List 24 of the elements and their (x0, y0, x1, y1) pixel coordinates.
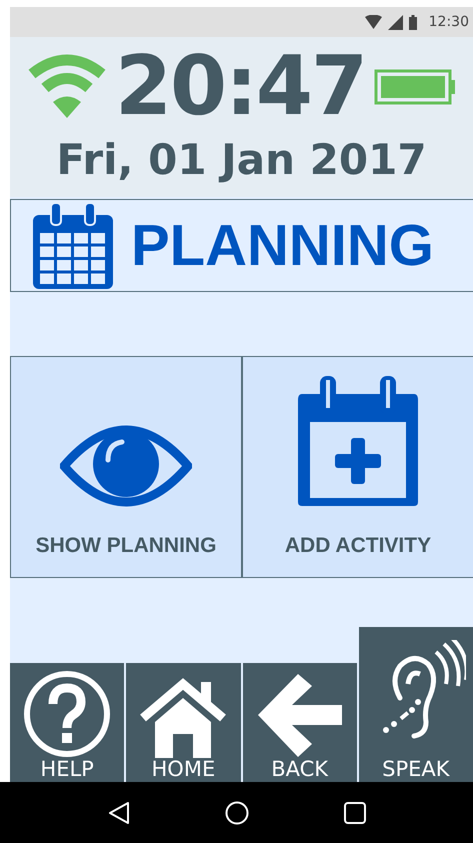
help-icon (23, 670, 112, 758)
show-planning-tile[interactable]: SHOW PLANNING (10, 356, 242, 578)
back-nav-icon[interactable] (108, 800, 130, 824)
home-button[interactable]: HOME (126, 663, 240, 782)
battery-icon (408, 14, 417, 30)
calendar-add-icon (296, 376, 420, 508)
calendar-icon (33, 202, 113, 288)
back-button[interactable]: BACK (242, 663, 357, 782)
wifi-icon (26, 54, 107, 120)
add-activity-tile[interactable]: ADD ACTIVITY (242, 356, 473, 578)
help-button[interactable]: HELP (10, 663, 124, 782)
battery-icon (374, 69, 456, 105)
home-icon (139, 678, 228, 758)
date-text: Fri, 01 Jan 2017 (56, 139, 427, 181)
back-arrow-icon (256, 672, 344, 758)
clock-time: 20:47 (114, 46, 366, 128)
home-nav-icon[interactable] (224, 800, 248, 824)
wifi-icon (364, 15, 382, 29)
eye-icon (60, 424, 192, 508)
recents-nav-icon[interactable] (344, 802, 366, 824)
speak-button[interactable]: SPEAK (358, 627, 473, 782)
status-time: 12:30 (428, 12, 469, 32)
page-title: PLANNING (131, 216, 434, 274)
signal-icon (388, 14, 403, 30)
